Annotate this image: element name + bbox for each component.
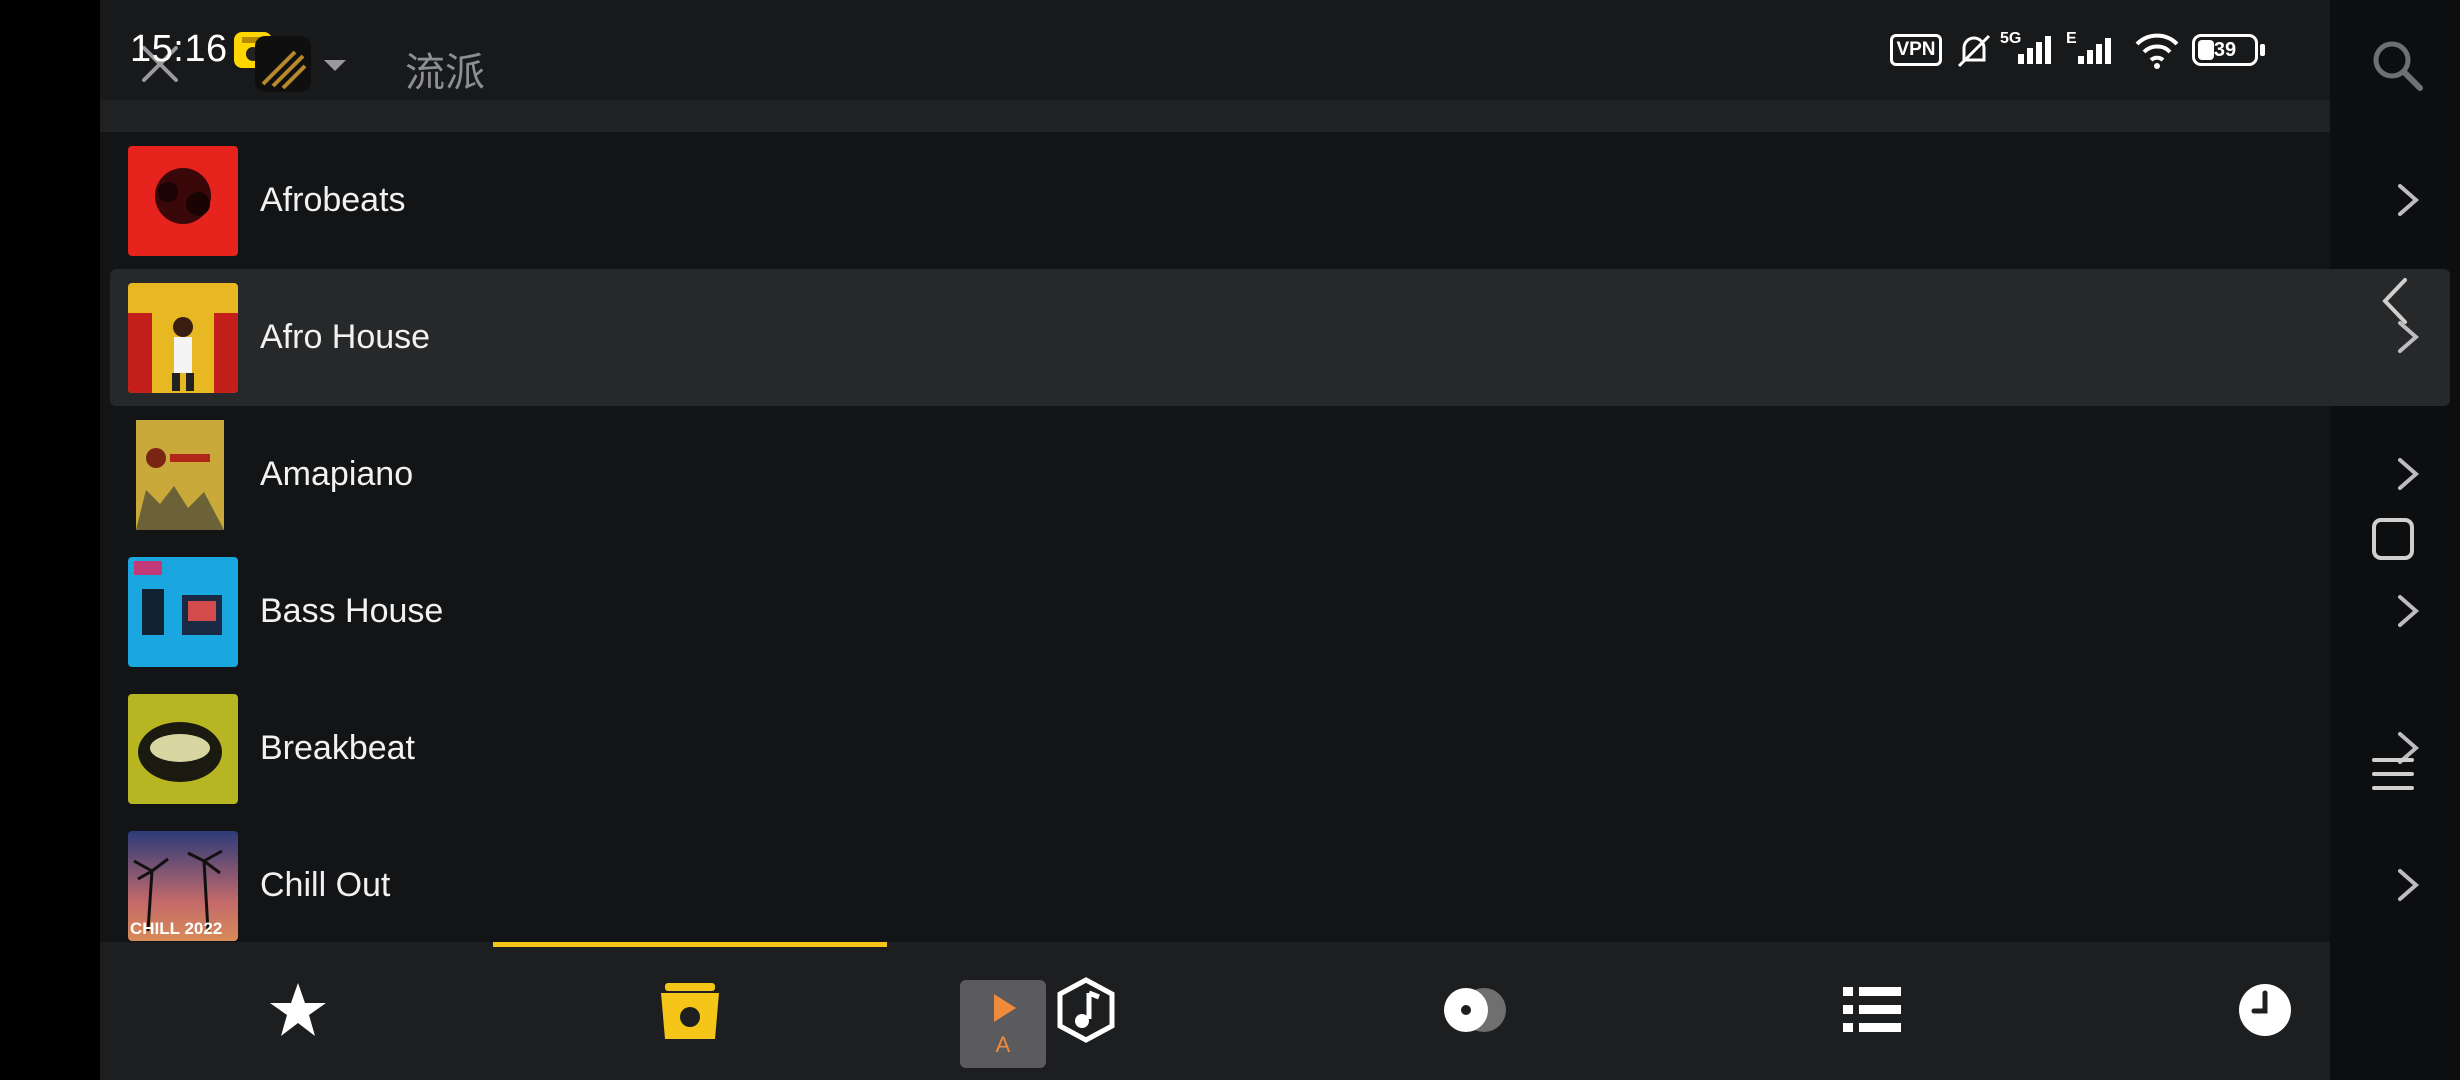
chevron-right-icon	[2388, 591, 2428, 631]
genre-thumbnail	[128, 420, 238, 530]
chevron-right-icon	[2388, 865, 2428, 905]
music-note-icon	[1057, 977, 1115, 1043]
list-item-afrobeats[interactable]: Afrobeats	[110, 132, 2450, 269]
clock-icon	[2239, 984, 2291, 1036]
genre-thumbnail	[128, 146, 238, 256]
tab-playlists[interactable]	[1837, 975, 1907, 1045]
mini-player-label: A	[995, 1032, 1011, 1057]
battery-tip	[2260, 44, 2265, 56]
genre-thumbnail	[128, 283, 238, 393]
star-icon	[270, 983, 326, 1036]
tab-history[interactable]	[2230, 975, 2300, 1045]
list-item-breakbeat[interactable]: Breakbeat	[110, 680, 2450, 817]
genre-thumbnail	[128, 694, 238, 804]
tab-favorites[interactable]	[263, 975, 333, 1045]
bottom-tab-bar	[100, 942, 2330, 1080]
status-time: 15:16	[130, 28, 228, 70]
battery-level: 39	[2213, 39, 2237, 61]
battery-icon: 39	[2192, 34, 2258, 66]
system-menu-icon[interactable]	[2372, 754, 2414, 794]
tab-indicator	[493, 942, 887, 947]
genre-list: Afrobeats Afro House Amapiano Bass House	[110, 132, 2450, 954]
signal-e-icon: E	[2066, 30, 2122, 66]
page-title: 流派	[405, 50, 485, 96]
genre-thumbnail	[128, 557, 238, 667]
left-edge	[0, 0, 100, 1080]
system-home-icon[interactable]	[2372, 518, 2414, 560]
mini-player-button[interactable]: A	[960, 980, 1046, 1068]
tab-folders[interactable]	[655, 975, 725, 1045]
genre-label: Afrobeats	[260, 181, 406, 219]
app-logo[interactable]	[255, 36, 311, 92]
list-item-afro-house[interactable]: Afro House	[110, 269, 2450, 406]
genre-thumbnail: CHILL 2022	[128, 831, 238, 941]
genre-label: Chill Out	[260, 866, 391, 904]
wifi-icon	[2134, 32, 2180, 70]
thumbnail-caption: CHILL 2022	[130, 919, 223, 938]
mute-icon	[1956, 32, 1992, 70]
signal-5g-icon: 5G	[2000, 30, 2060, 66]
system-back-icon[interactable]	[2375, 276, 2415, 326]
tab-albums[interactable]	[1440, 975, 1510, 1045]
folder-icon	[661, 983, 719, 1039]
genre-label: Amapiano	[260, 455, 414, 493]
chevron-right-icon	[2388, 180, 2428, 220]
genre-label: Breakbeat	[260, 729, 415, 767]
genre-label: Bass House	[260, 592, 444, 630]
list-item-chill-out[interactable]: CHILL 2022 Chill Out	[110, 817, 2450, 954]
vpn-badge: VPN	[1890, 34, 1942, 66]
chevron-down-icon[interactable]	[322, 58, 348, 74]
play-icon	[994, 994, 1016, 1022]
search-icon[interactable]	[2370, 38, 2424, 92]
list-item-bass-house[interactable]: Bass House	[110, 543, 2450, 680]
list-icon	[1843, 987, 1901, 1032]
header-divider	[100, 100, 2330, 132]
list-item-amapiano[interactable]: Amapiano	[110, 406, 2450, 543]
tab-tracks[interactable]	[1051, 975, 1121, 1045]
vinyl-icon	[1444, 988, 1506, 1032]
chevron-right-icon	[2388, 454, 2428, 494]
genre-label: Afro House	[260, 318, 431, 356]
